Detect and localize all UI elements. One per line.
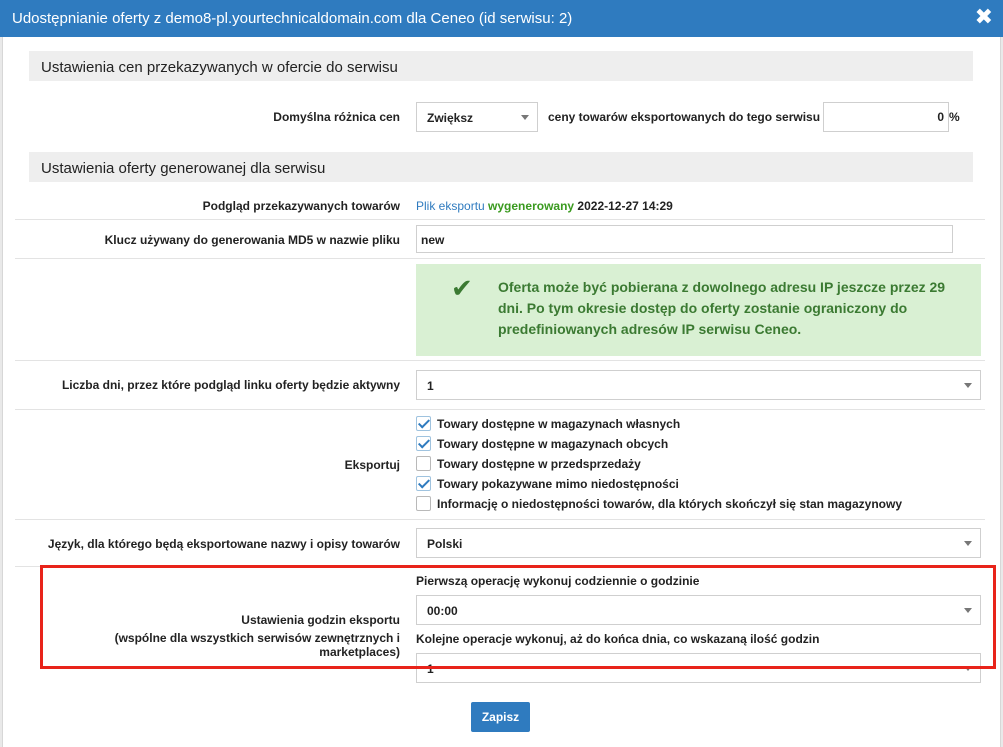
chevron-down-icon [964, 608, 972, 613]
days-value: 1 [427, 379, 434, 393]
checkbox[interactable] [416, 436, 431, 451]
export-hours-label: Ustawienia godzin eksportu [241, 613, 400, 627]
language-select[interactable]: Polski [416, 528, 981, 558]
chevron-down-icon [521, 115, 529, 120]
row-divider [15, 360, 985, 361]
export-status: wygenerowany [488, 199, 575, 213]
price-middle-text: ceny towarów eksportowanych do tego serw… [548, 110, 831, 124]
alert-message: Oferta może być pobierana z dowolnego ad… [498, 279, 946, 337]
save-button[interactable]: Zapisz [471, 702, 530, 732]
export-hours-sublabel: (wspólne dla wszystkich serwisów zewnętr… [114, 631, 400, 659]
language-value: Polski [427, 537, 463, 551]
row-divider [15, 409, 985, 410]
dialog-border-left [0, 37, 3, 747]
next-op-label: Kolejne operacje wykonuj, aż do końca dn… [416, 632, 820, 646]
language-label: Język, dla którego będą eksportowane naz… [47, 537, 400, 551]
close-icon[interactable]: ✖ [975, 5, 993, 29]
ip-access-alert: ✔ Oferta może być pobierana z dowolnego … [416, 264, 981, 356]
dialog-titlebar: Udostępnianie oferty z demo8-pl.yourtech… [0, 0, 1003, 37]
export-date: 2022-12-27 14:29 [577, 199, 673, 213]
row-divider [15, 258, 985, 259]
price-direction-select[interactable]: Zwiększ [416, 102, 538, 132]
md5-label: Klucz używany do generowania MD5 w nazwi… [104, 233, 400, 247]
percent-unit: % [949, 110, 960, 124]
first-op-select[interactable]: 00:00 [416, 595, 981, 625]
first-op-label: Pierwszą operację wykonuj codziennie o g… [416, 574, 700, 588]
export-label: Eksportuj [344, 458, 400, 472]
price-percent-input[interactable]: 0 [823, 102, 949, 132]
days-select[interactable]: 1 [416, 370, 981, 400]
days-label: Liczba dni, przez które podgląd linku of… [61, 378, 400, 392]
chevron-down-icon [964, 666, 972, 671]
price-section-heading: Ustawienia cen przekazywanych w ofercie … [29, 51, 973, 81]
price-direction-value: Zwiększ [427, 111, 474, 125]
default-diff-label: Domyślna różnica cen [273, 110, 400, 124]
preview-label: Podgląd przekazywanych towarów [202, 199, 400, 213]
next-op-select[interactable]: 1 [416, 653, 981, 683]
checkbox[interactable] [416, 476, 431, 491]
next-op-value: 1 [427, 662, 434, 676]
dialog-title: Udostępnianie oferty z demo8-pl.yourtech… [12, 10, 573, 27]
row-divider [15, 519, 985, 520]
check-icon: ✔ [451, 273, 473, 303]
offer-section-heading: Ustawienia oferty generowanej dla serwis… [29, 152, 973, 182]
chevron-down-icon [964, 541, 972, 546]
checkbox[interactable] [416, 416, 431, 431]
checkbox[interactable] [416, 496, 431, 511]
md5-key-input[interactable]: new [416, 225, 953, 253]
row-divider [15, 566, 985, 567]
preview-value: Plik eksportu wygenerowany 2022-12-27 14… [416, 199, 673, 213]
row-divider [15, 219, 985, 220]
checkbox[interactable] [416, 456, 431, 471]
export-file-link[interactable]: Plik eksportu [416, 199, 485, 213]
chevron-down-icon [964, 383, 972, 388]
first-op-value: 00:00 [427, 604, 458, 618]
